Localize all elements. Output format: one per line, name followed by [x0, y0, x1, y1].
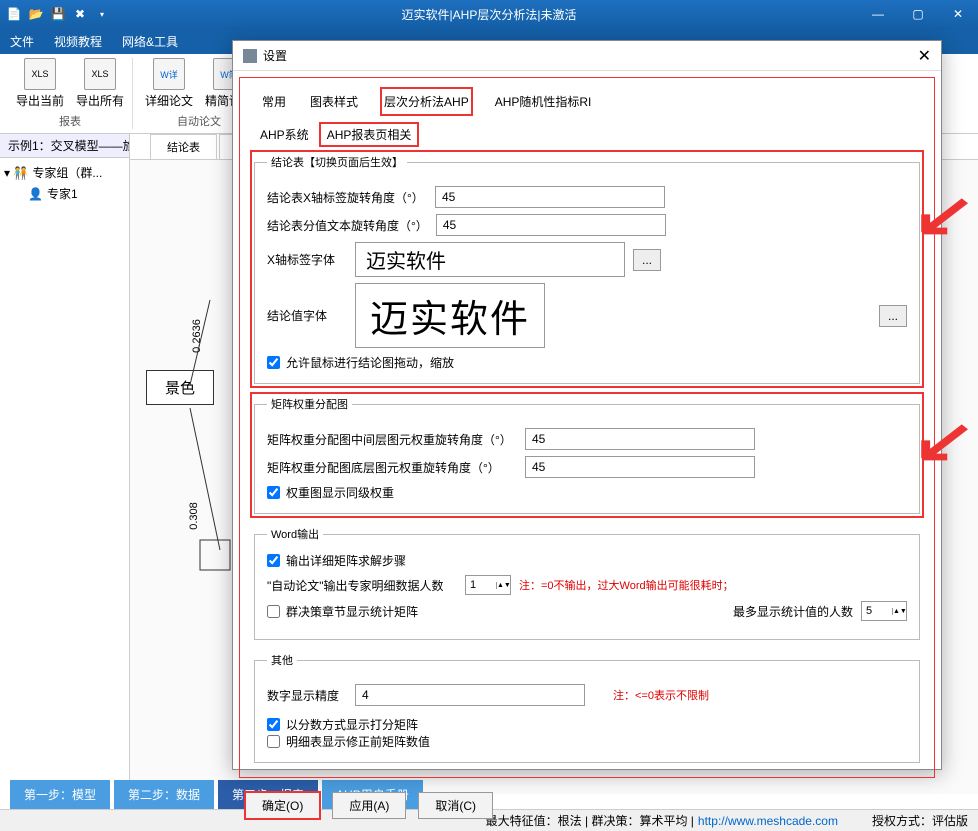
qat-new-icon[interactable]: 📄 [6, 6, 22, 22]
xaxis-font-button[interactable]: ... [633, 249, 661, 271]
window-title: 迈实软件|AHP层次分析法|未激活 [402, 6, 577, 23]
group-weight-chart: 矩阵权重分配图 矩阵权重分配图中间层图元权重旋转角度（°） 矩阵权重分配图底层图… [254, 396, 920, 514]
group-word-output: Word输出 输出详细矩阵求解步骤 "自动论文"输出专家明细数据人数 ▲▼ 注：… [254, 526, 920, 640]
step-model[interactable]: 第一步：模型 [10, 780, 110, 809]
fraction-display-checkbox[interactable] [267, 718, 280, 731]
group-other: 其他 数字显示精度注：<=0表示不限制 以分数方式显示打分矩阵 明细表显示修正前… [254, 652, 920, 763]
tab-common[interactable]: 常用 [260, 89, 288, 114]
menu-net[interactable]: 网络&工具 [122, 33, 178, 50]
value-font-button[interactable]: ... [879, 305, 907, 327]
xaxis-rotation-input[interactable] [435, 186, 665, 208]
precision-input[interactable] [355, 684, 585, 706]
titlebar: 📄 📂 💾 ✖ ▾ 迈实软件|AHP层次分析法|未激活 — ▢ ✕ [0, 0, 978, 28]
maximize-button[interactable]: ▢ [898, 0, 938, 28]
detailed-paper-button[interactable]: W详 详细论文 [145, 58, 193, 111]
menu-video[interactable]: 视频教程 [54, 33, 102, 50]
group-conclusion-table: 结论表【切换页面后生效】 结论表X轴标签旋转角度（°） 结论表分值文本旋转角度（… [254, 154, 920, 384]
xaxis-font-preview: 迈实软件 [355, 242, 625, 277]
cancel-button[interactable]: 取消(C) [418, 792, 493, 819]
export-all-button[interactable]: XLS 导出所有 [76, 58, 124, 111]
show-sibling-weight-checkbox[interactable] [267, 486, 280, 499]
tab-ahp[interactable]: 层次分析法AHP [380, 87, 473, 116]
apply-button[interactable]: 应用(A) [332, 792, 406, 819]
xls-icon: XLS [84, 58, 116, 90]
output-detailed-checkbox[interactable] [267, 554, 280, 567]
qat-dropdown-icon[interactable]: ▾ [94, 6, 110, 22]
dialog-close-button[interactable]: ✕ [918, 46, 931, 66]
diagram-box-1: 景色 [146, 370, 214, 405]
tab-chart-style[interactable]: 图表样式 [308, 89, 360, 114]
group-stats-checkbox[interactable] [267, 605, 280, 618]
subtab-ahp-report[interactable]: AHP报表页相关 [319, 122, 420, 147]
max-stats-stepper[interactable]: ▲▼ [861, 601, 907, 621]
diagram-value-1: 0.2636 [191, 319, 203, 353]
bottom-layer-rotation-input[interactable] [525, 456, 755, 478]
tree-pane: 示例1：交叉模型——旅行问题【直接输 ▾ 🧑‍🤝‍🧑 专家组（群... 👤 专家… [0, 134, 130, 794]
qat-settings-icon[interactable]: ✖ [72, 6, 88, 22]
minimize-button[interactable]: — [858, 0, 898, 28]
dialog-title: 设置 [263, 47, 287, 64]
word-icon: W详 [153, 58, 185, 90]
diagram-value-2: 0.308 [188, 502, 200, 530]
tree-child[interactable]: 👤 专家1 [4, 183, 125, 204]
export-current-button[interactable]: XLS 导出当前 [16, 58, 64, 111]
status-link[interactable]: http://www.meshcade.com [698, 814, 838, 828]
show-original-checkbox[interactable] [267, 735, 280, 748]
mid-layer-rotation-input[interactable] [525, 428, 755, 450]
value-rotation-input[interactable] [436, 214, 666, 236]
menu-file[interactable]: 文件 [10, 33, 34, 50]
arrow-annotation-icon: ↙ [911, 406, 976, 476]
subtab-ahp-system[interactable]: AHP系统 [260, 126, 309, 143]
tab-ri[interactable]: AHP随机性指标RI [493, 89, 594, 114]
close-button[interactable]: ✕ [938, 0, 978, 28]
tab-conclusion[interactable]: 结论表 [150, 134, 217, 159]
xls-icon: XLS [24, 58, 56, 90]
allow-drag-checkbox[interactable] [267, 356, 280, 369]
ok-button[interactable]: 确定(O) [245, 792, 320, 819]
arrow-annotation-icon: ↙ [911, 180, 976, 250]
settings-dialog: 设置 ✕ 常用 图表样式 层次分析法AHP AHP随机性指标RI AHP系统 A… [232, 40, 942, 770]
expert-count-stepper[interactable]: ▲▼ [465, 575, 511, 595]
value-font-preview: 迈实软件 [355, 283, 545, 348]
dialog-icon [243, 49, 257, 63]
qat-open-icon[interactable]: 📂 [28, 6, 44, 22]
tree-header: 示例1：交叉模型——旅行问题【直接输 [0, 134, 129, 158]
step-data[interactable]: 第二步：数据 [114, 780, 214, 809]
tree-root[interactable]: ▾ 🧑‍🤝‍🧑 专家组（群... [4, 162, 125, 183]
qat-save-icon[interactable]: 💾 [50, 6, 66, 22]
